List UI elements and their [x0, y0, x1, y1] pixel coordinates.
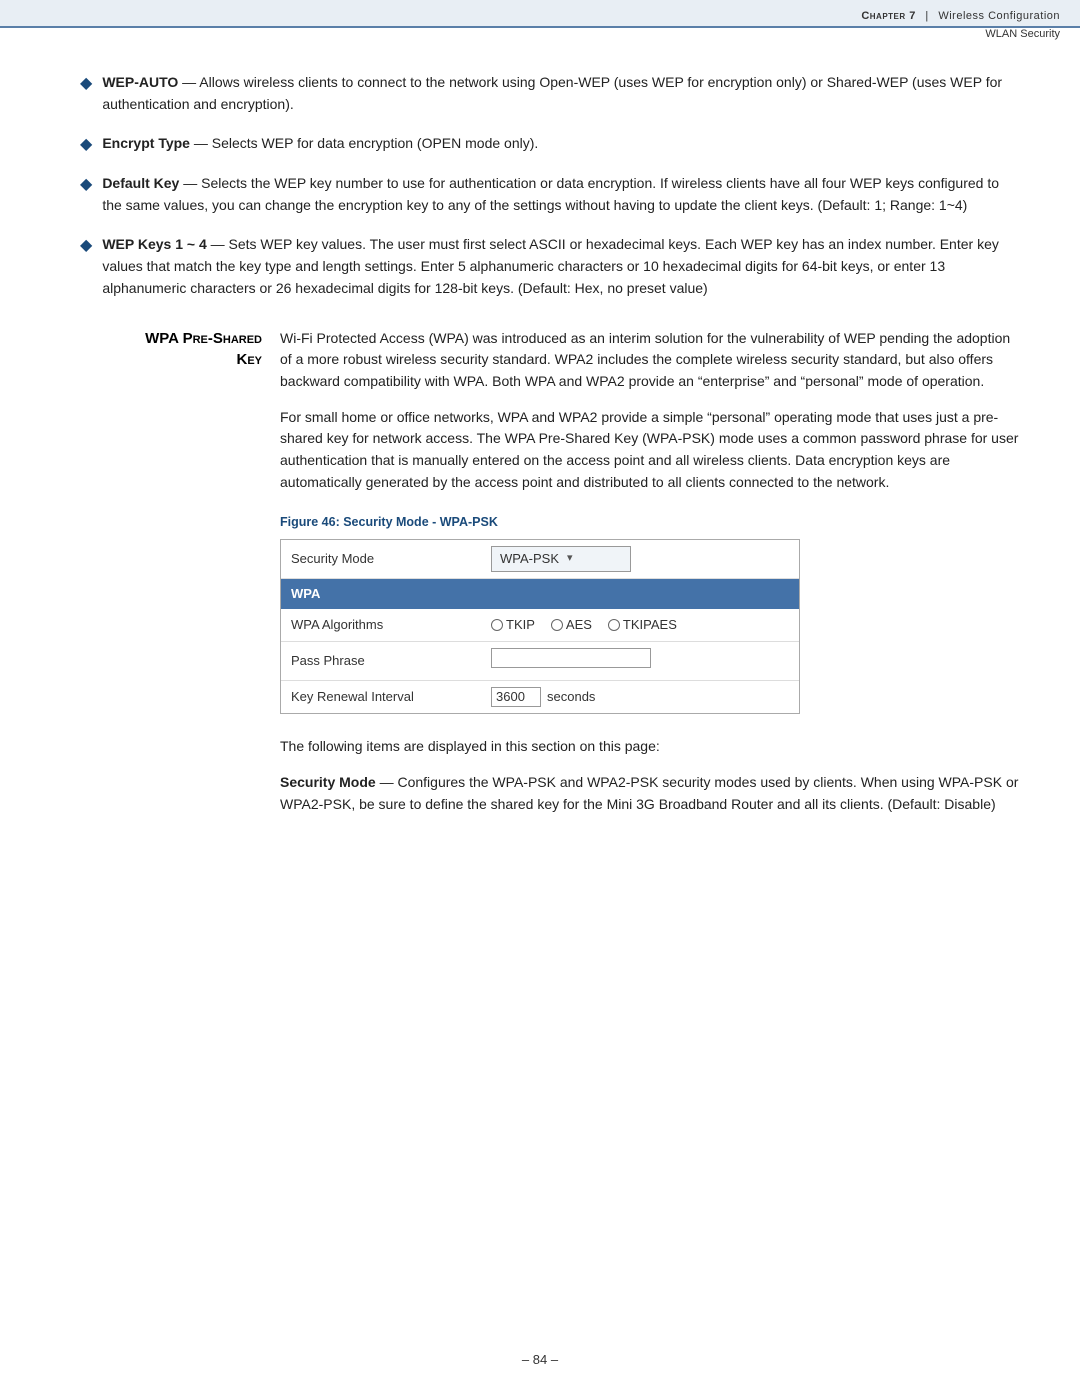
pass-phrase-value — [481, 642, 799, 681]
wpa-label-main: WPA Pre-Shared — [60, 328, 262, 349]
wpa-algorithms-label: WPA Algorithms — [281, 609, 481, 642]
list-item: ◆ Default Key — Selects the WEP key numb… — [60, 173, 1020, 216]
bullet-diamond-icon: ◆ — [80, 134, 92, 154]
bullet-text-encrypt: — Selects WEP for data encryption (OPEN … — [190, 135, 538, 151]
radio-tkip[interactable]: TKIP — [491, 615, 535, 635]
bullet-bold-wep-auto: WEP-AUTO — [102, 74, 178, 90]
bullet-text-default-key: — Selects the WEP key number to use for … — [102, 175, 999, 213]
page-header: Chapter 7 | Wireless Configuration — [0, 0, 1080, 28]
security-mode-value: WPA-PSK ▾ — [481, 540, 799, 579]
wpa-algorithms-value: TKIP AES TKIPAES — [481, 609, 799, 642]
body-text-following: The following items are displayed in thi… — [280, 736, 1020, 758]
pass-phrase-input[interactable] — [491, 648, 651, 668]
security-mode-bold: Security Mode — [280, 774, 376, 790]
dropdown-arrow-icon: ▾ — [567, 550, 573, 567]
table-row-wpa-algorithms: WPA Algorithms TKIP AES — [281, 609, 799, 642]
pass-phrase-label: Pass Phrase — [281, 642, 481, 681]
security-mode-dropdown[interactable]: WPA-PSK ▾ — [491, 546, 631, 572]
main-content: ◆ WEP-AUTO — Allows wireless clients to … — [0, 42, 1080, 889]
wpa-content: Wi-Fi Protected Access (WPA) was introdu… — [280, 328, 1020, 830]
wpa-label-sub: Key — [60, 349, 262, 370]
security-mode-label: Security Mode — [281, 540, 481, 579]
bullet-diamond-icon: ◆ — [80, 235, 92, 255]
radio-circle-tkipaes — [608, 619, 620, 631]
config-table: Security Mode WPA-PSK ▾ WPA — [281, 540, 799, 714]
chapter-num: 7 — [909, 10, 916, 22]
body-text-security-mode: Security Mode — Configures the WPA-PSK a… — [280, 772, 1020, 815]
bullet-diamond-icon: ◆ — [80, 73, 92, 93]
bullet-list: ◆ WEP-AUTO — Allows wireless clients to … — [60, 72, 1020, 300]
table-section-header: WPA — [281, 578, 799, 609]
header-subtitle: WLAN Security — [0, 28, 1080, 42]
key-renewal-label: Key Renewal Interval — [281, 681, 481, 714]
list-item: ◆ Encrypt Type — Selects WEP for data en… — [60, 133, 1020, 155]
page-number: – 84 – — [522, 1352, 558, 1367]
header-title: Wireless Configuration — [938, 10, 1060, 22]
interval-unit: seconds — [547, 687, 595, 707]
interval-value: 3600 — [496, 687, 525, 707]
security-mode-body-text: — Configures the WPA-PSK and WPA2-PSK se… — [280, 774, 1018, 812]
bullet-bold-default-key: Default Key — [102, 175, 179, 191]
radio-label-tkipaes: TKIPAES — [623, 615, 677, 635]
bullet-text-wep-keys: — Sets WEP key values. The user must fir… — [102, 236, 999, 295]
radio-tkipaes[interactable]: TKIPAES — [608, 615, 677, 635]
wpa-label: WPA Pre-Shared Key — [60, 328, 280, 370]
radio-circle-tkip — [491, 619, 503, 631]
list-item: ◆ WEP-AUTO — Allows wireless clients to … — [60, 72, 1020, 115]
header-divider: | — [925, 10, 928, 22]
config-table-wrapper: Security Mode WPA-PSK ▾ WPA — [280, 539, 800, 715]
radio-label-tkip: TKIP — [506, 615, 535, 635]
bullet-bold-wep-keys: WEP Keys 1 ~ 4 — [102, 236, 206, 252]
table-row-security-mode: Security Mode WPA-PSK ▾ — [281, 540, 799, 579]
chapter-label: Chapter — [861, 10, 905, 22]
figure-caption: Figure 46: Security Mode - WPA-PSK — [280, 513, 1020, 532]
radio-aes[interactable]: AES — [551, 615, 592, 635]
radio-group-wpa: TKIP AES TKIPAES — [491, 615, 789, 635]
wpa-section: WPA Pre-Shared Key Wi-Fi Protected Acces… — [60, 328, 1020, 830]
bullet-text-wep-auto: — Allows wireless clients to connect to … — [102, 74, 1002, 112]
table-row-pass-phrase: Pass Phrase — [281, 642, 799, 681]
key-renewal-value: 3600 seconds — [481, 681, 799, 714]
bullet-diamond-icon: ◆ — [80, 174, 92, 194]
radio-circle-aes — [551, 619, 563, 631]
radio-label-aes: AES — [566, 615, 592, 635]
bullet-bold-encrypt: Encrypt Type — [102, 135, 190, 151]
list-item: ◆ WEP Keys 1 ~ 4 — Sets WEP key values. … — [60, 234, 1020, 299]
interval-input[interactable]: 3600 — [491, 687, 541, 707]
wpa-para2: For small home or office networks, WPA a… — [280, 407, 1020, 494]
wpa-para1: Wi-Fi Protected Access (WPA) was introdu… — [280, 328, 1020, 393]
table-row-key-renewal: Key Renewal Interval 3600 seconds — [281, 681, 799, 714]
page-footer: – 84 – — [0, 1352, 1080, 1367]
section-header-label: WPA — [281, 578, 799, 609]
dropdown-value: WPA-PSK — [500, 549, 559, 569]
interval-group: 3600 seconds — [491, 687, 789, 707]
